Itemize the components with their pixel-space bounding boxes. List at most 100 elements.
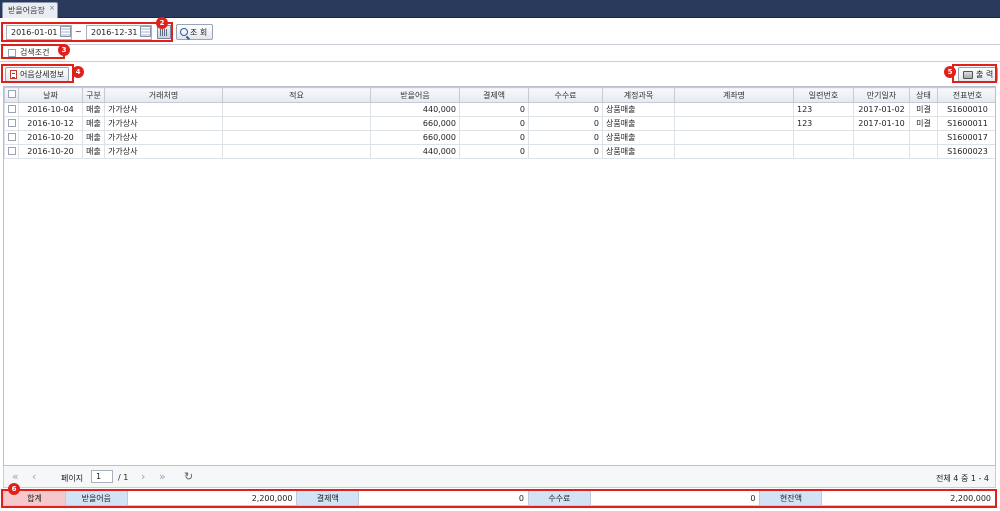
table-cell: 0 <box>459 130 529 145</box>
column-header[interactable]: 날짜 <box>18 87 83 103</box>
table-cell <box>674 130 794 145</box>
table-cell <box>909 144 938 159</box>
table-cell <box>793 130 854 145</box>
first-page-icon[interactable]: « <box>12 471 19 482</box>
table-cell: 440,000 <box>370 144 460 159</box>
table-cell: 상품매출 <box>602 130 675 145</box>
table-cell <box>222 144 371 159</box>
page-number-input[interactable]: 1 <box>91 470 113 483</box>
divider <box>0 44 1000 45</box>
column-header[interactable]: 구분 <box>82 87 105 103</box>
column-header[interactable]: 받을어음 <box>370 87 460 103</box>
callout-badge: 3 <box>58 44 70 56</box>
table-cell: 2016-10-20 <box>18 130 83 145</box>
column-header[interactable]: 결제액 <box>459 87 529 103</box>
bill-detail-button[interactable]: 어음상세정보 <box>5 67 70 82</box>
table-cell: 상품매출 <box>602 102 675 117</box>
search-icon <box>180 28 188 36</box>
column-header[interactable]: 만기일자 <box>853 87 910 103</box>
printer-icon <box>963 70 973 79</box>
tab-bill-ledger[interactable]: 받을어음장 × <box>2 2 58 18</box>
divider <box>0 61 1000 62</box>
summary-fee-label: 수수료 <box>528 491 591 505</box>
column-header[interactable]: 적요 <box>222 87 371 103</box>
column-header[interactable]: 계좌명 <box>674 87 794 103</box>
table-cell: 2017-01-10 <box>853 116 910 131</box>
column-header[interactable]: 상태 <box>909 87 938 103</box>
table-cell: 2016-10-04 <box>18 102 83 117</box>
table-row[interactable]: 2016-10-20 매출 가가상사 440,000 0 0 상품매출 S1600023 <box>4 144 995 159</box>
pagination-bar: « ‹ 페이지 1 / 1 › » ↻ 전체 4 중 1 - 4 <box>3 466 996 488</box>
column-header[interactable]: 계정과목 <box>602 87 675 103</box>
row-select-cell[interactable] <box>4 102 19 117</box>
search-condition-toggle[interactable]: 검색조건 <box>8 47 49 58</box>
table-cell: 0 <box>459 144 529 159</box>
table-cell: 미결 <box>909 102 938 117</box>
bill-table: 날짜 구분 거래처명 적요 받을어음 결제액 수수료 계정과목 계좌명 일련번호 만기일자 상태 전표번… <box>4 87 995 159</box>
calendar-icon[interactable] <box>60 26 71 37</box>
row-select-cell[interactable] <box>4 130 19 145</box>
record-count: 전체 4 중 1 - 4 <box>936 474 989 483</box>
table-cell: 상품매출 <box>602 116 675 131</box>
table-cell: 0 <box>459 102 529 117</box>
table-cell: 2016-10-12 <box>18 116 83 131</box>
callout-badge: 6 <box>8 483 20 495</box>
row-checkbox[interactable] <box>8 132 16 141</box>
row-select-cell[interactable] <box>4 144 19 159</box>
search-condition-label: 검색조건 <box>20 48 50 57</box>
table-cell: S1600011 <box>937 116 995 131</box>
table-cell <box>222 130 371 145</box>
column-header[interactable]: 거래처명 <box>104 87 223 103</box>
page-label: 페이지 <box>61 474 84 483</box>
checkbox[interactable] <box>8 48 16 57</box>
select-all-header[interactable] <box>4 87 19 103</box>
table-header-row: 날짜 구분 거래처명 적요 받을어음 결제액 수수료 계정과목 계좌명 일련번호 만기일자 상태 전표번… <box>4 87 995 103</box>
prev-page-icon[interactable]: ‹ <box>32 471 36 482</box>
refresh-icon[interactable]: ↻ <box>184 471 193 482</box>
table-cell: 2017-01-02 <box>853 102 910 117</box>
table-cell: 0 <box>528 144 603 159</box>
table-cell: 0 <box>459 116 529 131</box>
last-page-icon[interactable]: » <box>159 471 166 482</box>
table-cell <box>674 102 794 117</box>
print-button[interactable]: 출 력 <box>958 67 999 82</box>
column-header[interactable]: 전표번호 <box>937 87 995 103</box>
search-button[interactable]: 조 회 <box>176 24 213 40</box>
date-range-separator: ~ <box>75 27 82 36</box>
search-button-label: 조 회 <box>190 27 208 37</box>
total-pages: / 1 <box>118 473 129 482</box>
next-page-icon[interactable]: › <box>141 471 145 482</box>
select-all-checkbox[interactable] <box>7 90 16 98</box>
row-checkbox[interactable] <box>8 104 16 113</box>
row-select-cell[interactable] <box>4 116 19 131</box>
table-cell <box>222 102 371 117</box>
table-row[interactable]: 2016-10-04 매출 가가상사 440,000 0 0 상품매출 123 2017-01-… <box>4 102 995 117</box>
table-cell: 2016-10-20 <box>18 144 83 159</box>
window-top-bar: 받을어음장 × <box>0 0 1000 18</box>
row-checkbox[interactable] <box>8 146 16 155</box>
table-cell <box>793 144 854 159</box>
table-cell <box>674 116 794 131</box>
table-cell: 123 <box>793 116 854 131</box>
calendar-icon[interactable] <box>140 26 151 37</box>
table-cell: 매출 <box>82 144 105 159</box>
column-header[interactable]: 수수료 <box>528 87 603 103</box>
table-cell: 가가상사 <box>104 144 223 159</box>
table-cell <box>674 144 794 159</box>
table-cell: 가가상사 <box>104 130 223 145</box>
column-header[interactable]: 일련번호 <box>793 87 854 103</box>
table-row[interactable]: 2016-10-20 매출 가가상사 660,000 0 0 상품매출 S1600017 <box>4 130 995 145</box>
table-cell <box>222 116 371 131</box>
close-icon[interactable]: × <box>49 4 55 12</box>
document-icon <box>10 70 17 79</box>
filter-row: 2016-01-01 ~ 2016-12-31 조 회 <box>0 19 1000 45</box>
bill-detail-label: 어음상세정보 <box>20 70 65 79</box>
table-cell: 매출 <box>82 130 105 145</box>
table-row[interactable]: 2016-10-12 매출 가가상사 660,000 0 0 상품매출 123 2017-01-… <box>4 116 995 131</box>
bill-grid: 날짜 구분 거래처명 적요 받을어음 결제액 수수료 계정과목 계좌명 일련번호 만기일자 상태 전표번… <box>3 86 996 466</box>
table-cell: 가가상사 <box>104 102 223 117</box>
table-cell: 미결 <box>909 116 938 131</box>
row-checkbox[interactable] <box>8 118 16 127</box>
table-cell: 0 <box>528 130 603 145</box>
table-cell: S1600010 <box>937 102 995 117</box>
